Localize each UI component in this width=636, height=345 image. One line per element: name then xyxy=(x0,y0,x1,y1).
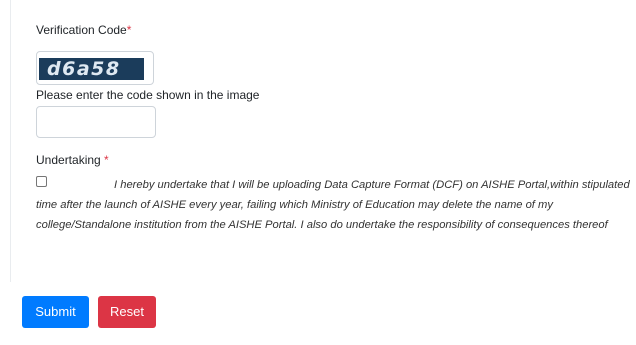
undertaking-statement: I hereby undertake that I will be upload… xyxy=(36,179,630,231)
reset-button[interactable]: Reset xyxy=(98,296,156,328)
required-asterisk: * xyxy=(100,153,109,167)
form-left-border xyxy=(10,0,11,282)
undertaking-label: Undertaking * xyxy=(36,153,109,167)
verification-form: Verification Code* d6a58 Please enter th… xyxy=(0,0,636,345)
verification-code-label-text: Verification Code xyxy=(36,23,127,37)
verification-code-label: Verification Code* xyxy=(36,23,131,37)
captcha-frame: d6a58 xyxy=(36,51,154,85)
required-asterisk: * xyxy=(126,23,132,37)
undertaking-label-text: Undertaking xyxy=(36,153,101,167)
captcha-image: d6a58 xyxy=(39,58,144,80)
submit-button[interactable]: Submit xyxy=(22,296,89,328)
captcha-input[interactable] xyxy=(36,106,156,138)
captcha-hint: Please enter the code shown in the image xyxy=(36,88,260,102)
